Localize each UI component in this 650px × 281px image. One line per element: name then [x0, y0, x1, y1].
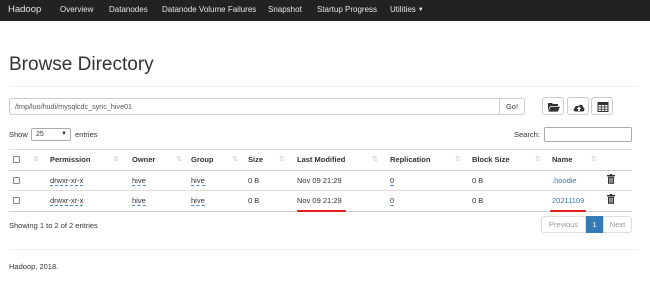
title-divider	[9, 86, 639, 87]
block-size-value: 0 B	[472, 176, 484, 185]
column-group[interactable]: Group	[191, 155, 214, 164]
red-underline-annotation	[297, 210, 346, 212]
permission-link[interactable]: drwxr-xr-x	[50, 196, 84, 206]
sort-icon: ⇅	[372, 156, 378, 163]
column-name[interactable]: Name	[552, 155, 572, 164]
upload-icon	[573, 104, 585, 112]
folder-open-icon	[548, 103, 560, 112]
sort-icon: ⇅	[591, 156, 597, 163]
replication-link[interactable]: 0	[390, 176, 395, 186]
show-label: Show	[9, 130, 28, 139]
sort-icon: ⇅	[176, 156, 182, 163]
next-page-button[interactable]: Next	[603, 216, 632, 233]
column-replication[interactable]: Replication	[390, 155, 430, 164]
group-link[interactable]: hive	[191, 196, 205, 206]
nav-volume-failures[interactable]: Datanode Volume Failures	[162, 0, 256, 21]
select-caret-icon: ▼	[61, 131, 67, 137]
caret-down-icon: ▼	[417, 7, 424, 13]
size-value: 0 B	[248, 176, 260, 185]
sort-icon: ⇅	[33, 156, 39, 163]
column-owner[interactable]: Owner	[132, 155, 155, 164]
previous-page-button[interactable]: Previous	[541, 216, 586, 233]
table-header-bottom-border	[9, 170, 632, 171]
row-checkbox[interactable]	[13, 177, 20, 184]
replication-link[interactable]: 0	[390, 196, 395, 206]
page-size-select[interactable]: 25 ▼	[31, 128, 71, 141]
permission-link[interactable]: drwxr-xr-x	[50, 176, 84, 186]
upload-button[interactable]	[567, 97, 589, 115]
column-permission[interactable]: Permission	[50, 155, 90, 164]
footer-text: Hadoop, 2018.	[9, 262, 59, 271]
create-directory-button[interactable]	[542, 97, 564, 115]
replication-value: 0	[390, 176, 395, 186]
table-header-top-border	[9, 149, 632, 150]
go-button[interactable]: Go!	[499, 98, 525, 115]
nav-utilities-label: Utilities	[390, 5, 416, 14]
page-title: Browse Directory	[9, 54, 154, 75]
entries-label: entries	[75, 130, 98, 139]
sort-icon: ⇅	[279, 156, 285, 163]
size-value: 0 B	[248, 196, 260, 205]
column-last-modified[interactable]: Last Modified	[297, 155, 345, 164]
search-label: Search:	[514, 130, 540, 139]
block-size-value: 0 B	[472, 196, 484, 205]
trash-icon[interactable]	[607, 194, 615, 204]
owner-link[interactable]: hive	[132, 196, 146, 206]
nav-overview[interactable]: Overview	[60, 0, 93, 21]
page-1-button[interactable]: 1	[586, 216, 603, 233]
nav-startup-progress[interactable]: Startup Progress	[317, 0, 377, 21]
trash-icon[interactable]	[607, 174, 615, 184]
column-size[interactable]: Size	[248, 155, 263, 164]
group-link[interactable]: hive	[191, 176, 205, 186]
search-input[interactable]	[544, 127, 632, 142]
name-link[interactable]: 20211109	[552, 196, 584, 205]
row-checkbox[interactable]	[13, 197, 20, 204]
nav-datanodes[interactable]: Datanodes	[109, 0, 148, 21]
cut-paste-button[interactable]	[591, 97, 613, 115]
sort-icon: ⇅	[232, 156, 238, 163]
red-underline-annotation	[550, 210, 586, 212]
page-size-value: 25	[36, 131, 44, 138]
last-modified-value: Nov 09 21:29	[297, 176, 342, 185]
row-divider	[9, 190, 632, 191]
owner-value: hive	[132, 176, 146, 186]
name-link[interactable]: .hoodie	[552, 176, 577, 185]
group-value: hive	[191, 196, 205, 206]
column-block-size[interactable]: Block Size	[472, 155, 510, 164]
footer-divider	[9, 249, 639, 250]
directory-path-input[interactable]: /tmp/luo/hudi/mysqlcdc_sync_hive01	[9, 98, 500, 115]
top-navbar: Hadoop Overview Datanodes Datanode Volum…	[0, 0, 650, 21]
table-info: Showing 1 to 2 of 2 entries	[9, 221, 98, 230]
permission-value: drwxr-xr-x	[50, 176, 84, 186]
nav-snapshot[interactable]: Snapshot	[268, 0, 302, 21]
sort-icon: ⇅	[535, 156, 541, 163]
select-all-checkbox[interactable]	[13, 156, 20, 163]
sort-icon: ⇅	[455, 156, 461, 163]
group-value: hive	[191, 176, 205, 186]
owner-link[interactable]: hive	[132, 176, 146, 186]
permission-value: drwxr-xr-x	[50, 196, 84, 206]
owner-value: hive	[132, 196, 146, 206]
last-modified-value: Nov 09 21:29	[297, 196, 342, 205]
replication-value: 0	[390, 196, 395, 206]
sort-icon: ⇅	[113, 156, 119, 163]
nav-utilities[interactable]: Utilities ▼	[390, 0, 424, 21]
brand-link[interactable]: Hadoop	[8, 0, 41, 21]
table-icon	[597, 102, 609, 112]
